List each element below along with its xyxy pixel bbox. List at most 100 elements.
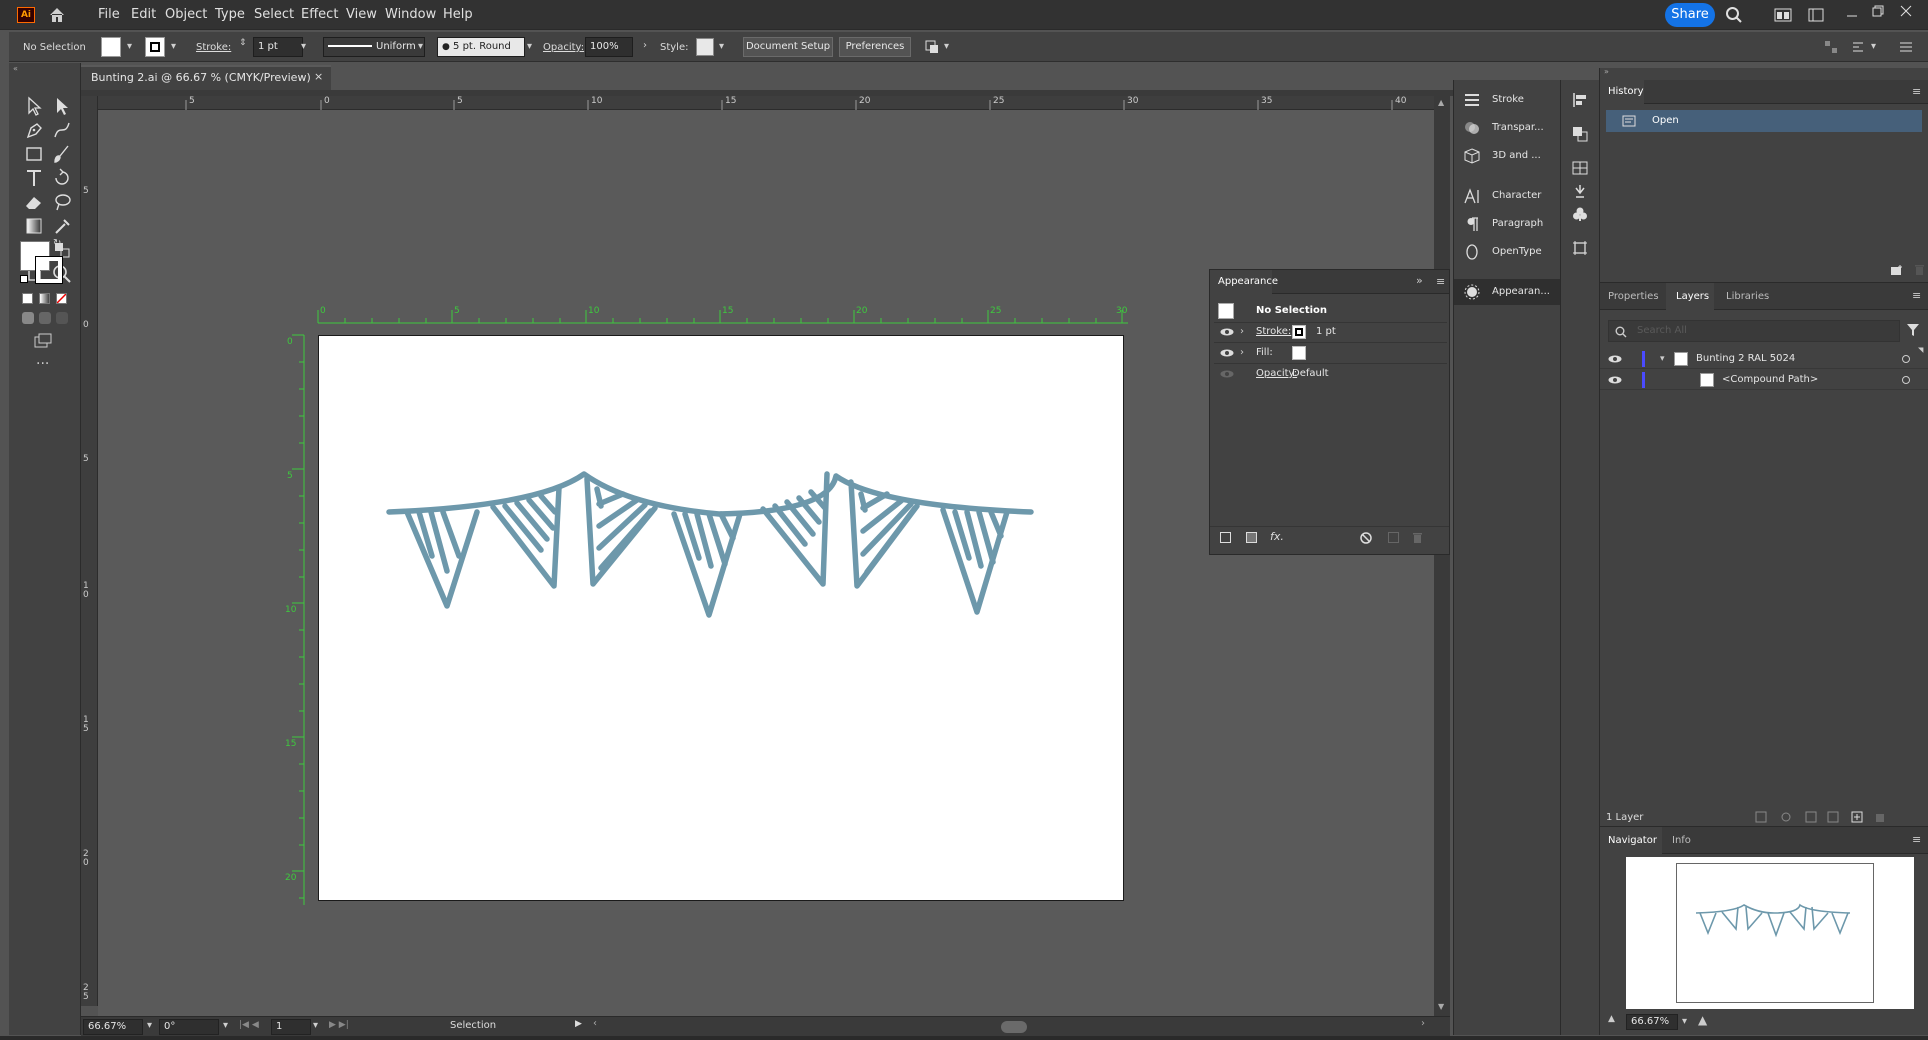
menu-help[interactable]: Help: [443, 7, 473, 22]
zoom-out-icon[interactable]: ▲: [1608, 1014, 1615, 1024]
add-effect-icon[interactable]: fx.: [1270, 530, 1284, 543]
sublayer-name[interactable]: <Compound Path>: [1722, 370, 1818, 390]
menu-effect[interactable]: Effect: [301, 7, 338, 22]
stroke-weight-dropdown-icon[interactable]: ▾: [301, 41, 306, 52]
zoom-in-icon[interactable]: ▲: [1698, 1013, 1707, 1027]
layers-search-input[interactable]: Search All: [1608, 320, 1900, 342]
opacity-label[interactable]: Opacity:: [543, 42, 584, 53]
clear-appearance-icon[interactable]: [1360, 532, 1372, 544]
control-menu-icon[interactable]: [1899, 41, 1913, 53]
trash-icon[interactable]: [1412, 532, 1423, 544]
navigator-zoom-field[interactable]: 66.67%: [1626, 1014, 1678, 1030]
document-setup-button[interactable]: Document Setup: [743, 37, 833, 57]
horizontal-scroll-thumb[interactable]: [1001, 1021, 1027, 1033]
add-fill-icon[interactable]: [1246, 532, 1257, 543]
trash-icon[interactable]: [1914, 264, 1925, 276]
direct-selection-tool-icon[interactable]: [51, 95, 73, 117]
document-tab[interactable]: Bunting 2.ai @ 66.67 % (CMYK/Preview): [81, 65, 331, 90]
dock-paragraph[interactable]: Paragraph: [1454, 211, 1561, 237]
screen-mode-icon[interactable]: [33, 333, 53, 349]
new-snapshot-icon[interactable]: [1890, 264, 1904, 276]
profile-dropdown-icon[interactable]: ▾: [418, 41, 423, 52]
search-icon[interactable]: [1725, 6, 1743, 24]
artboard[interactable]: [318, 335, 1124, 901]
default-colors-icon[interactable]: [20, 275, 28, 283]
stroke-color-chip[interactable]: [1292, 325, 1306, 339]
restore-icon[interactable]: [1871, 4, 1885, 18]
bunting-artwork[interactable]: [319, 336, 1125, 902]
artboards-panel-icon[interactable]: [1572, 240, 1588, 256]
dock-transparency[interactable]: Transpar...: [1454, 115, 1561, 141]
pen-tool-icon[interactable]: [23, 119, 45, 141]
gradient-tool-icon[interactable]: [23, 215, 45, 237]
menu-type[interactable]: Type: [215, 7, 245, 22]
align-panel-icon[interactable]: [1572, 92, 1588, 108]
workspace-icon[interactable]: [1808, 8, 1824, 22]
layer-row[interactable]: <Compound Path>: [1600, 370, 1928, 390]
brush-definition[interactable]: ● 5 pt. Round: [437, 37, 525, 57]
arrange-documents-icon[interactable]: [1774, 8, 1792, 22]
home-icon[interactable]: [48, 6, 66, 24]
tab-properties[interactable]: Properties: [1608, 291, 1659, 302]
rotation-dropdown-icon[interactable]: ▾: [223, 1020, 228, 1031]
swap-fill-stroke-icon[interactable]: ↻: [53, 238, 61, 249]
close-document-icon[interactable]: ×: [314, 70, 323, 83]
menu-window[interactable]: Window: [385, 7, 436, 22]
appearance-opacity-row[interactable]: Opacity: Default: [1210, 364, 1449, 384]
artboard-number-field[interactable]: 1: [271, 1019, 311, 1035]
stroke-row-value[interactable]: 1 pt: [1316, 322, 1336, 342]
navigator-preview[interactable]: [1626, 857, 1914, 1009]
collapse-panels-icon[interactable]: »: [1604, 67, 1609, 76]
panel-menu-icon[interactable]: ≡: [1436, 275, 1445, 288]
tab-libraries[interactable]: Libraries: [1726, 291, 1769, 302]
history-item[interactable]: Open: [1606, 110, 1922, 132]
dock-stroke[interactable]: Stroke: [1454, 87, 1561, 113]
panel-menu-icon[interactable]: ≡: [1912, 85, 1921, 98]
rotation-field[interactable]: 0°: [159, 1019, 219, 1035]
layer-name[interactable]: Bunting 2 RAL 5024: [1696, 349, 1795, 369]
rotate-tool-icon[interactable]: [51, 167, 73, 189]
appearance-stroke-row[interactable]: › Stroke: 1 pt: [1210, 322, 1449, 342]
brush-dropdown-icon[interactable]: ▾: [527, 41, 532, 52]
target-circle-icon[interactable]: [1902, 355, 1910, 363]
transform-dropdown-icon[interactable]: ▾: [1871, 41, 1876, 52]
draw-behind-icon[interactable]: [39, 312, 51, 324]
paintbrush-tool-icon[interactable]: [51, 143, 73, 165]
edit-toolbar-icon[interactable]: ···: [36, 356, 49, 372]
lasso-tool-icon[interactable]: [51, 191, 73, 213]
fill-swatch[interactable]: [101, 37, 121, 57]
dock-opentype[interactable]: OpenType: [1454, 239, 1561, 265]
layer-row[interactable]: ▾ Bunting 2 RAL 5024: [1600, 349, 1928, 369]
visibility-eye-icon[interactable]: [1220, 328, 1234, 336]
draw-normal-icon[interactable]: [22, 312, 34, 324]
zoom-field[interactable]: 66.67%: [83, 1019, 143, 1035]
panel-menu-icon[interactable]: ≡: [1912, 289, 1921, 302]
club-icon[interactable]: [1572, 206, 1588, 222]
scroll-left-icon[interactable]: ‹: [593, 1018, 597, 1029]
preferences-button[interactable]: Preferences: [839, 37, 911, 57]
last-artboard-icon[interactable]: ▶ ▶|: [329, 1020, 349, 1030]
expand-panel-icon[interactable]: »: [1416, 274, 1423, 287]
opacity-arrow-icon[interactable]: ›: [643, 40, 647, 51]
dock-appearance[interactable]: Appearan...: [1454, 279, 1561, 305]
pathfinder-icon[interactable]: [1572, 126, 1588, 142]
dock-3d[interactable]: 3D and ...: [1454, 143, 1561, 169]
status-menu-icon[interactable]: ▶: [575, 1019, 582, 1029]
minimize-icon[interactable]: [1845, 6, 1859, 20]
visibility-eye-icon[interactable]: [1220, 349, 1234, 357]
duplicate-item-icon[interactable]: [1388, 532, 1399, 543]
collapse-layer-icon[interactable]: ▾: [1660, 349, 1665, 369]
transform-icon[interactable]: [1851, 40, 1867, 54]
variable-width-profile[interactable]: Uniform: [323, 37, 425, 57]
share-button[interactable]: Share: [1665, 3, 1715, 27]
transform-panel-icon[interactable]: [1572, 160, 1588, 176]
stroke-dropdown-chevron-icon[interactable]: ▾: [171, 41, 176, 52]
type-tool-icon[interactable]: [23, 167, 45, 189]
visibility-eye-icon[interactable]: [1608, 355, 1622, 363]
filter-icon[interactable]: [1906, 323, 1920, 337]
tab-info[interactable]: Info: [1672, 835, 1691, 846]
selection-tool-icon[interactable]: [23, 95, 45, 117]
visibility-eye-icon[interactable]: [1608, 376, 1622, 384]
rectangle-tool-icon[interactable]: [23, 143, 45, 165]
opacity-field[interactable]: 100%: [585, 37, 633, 57]
